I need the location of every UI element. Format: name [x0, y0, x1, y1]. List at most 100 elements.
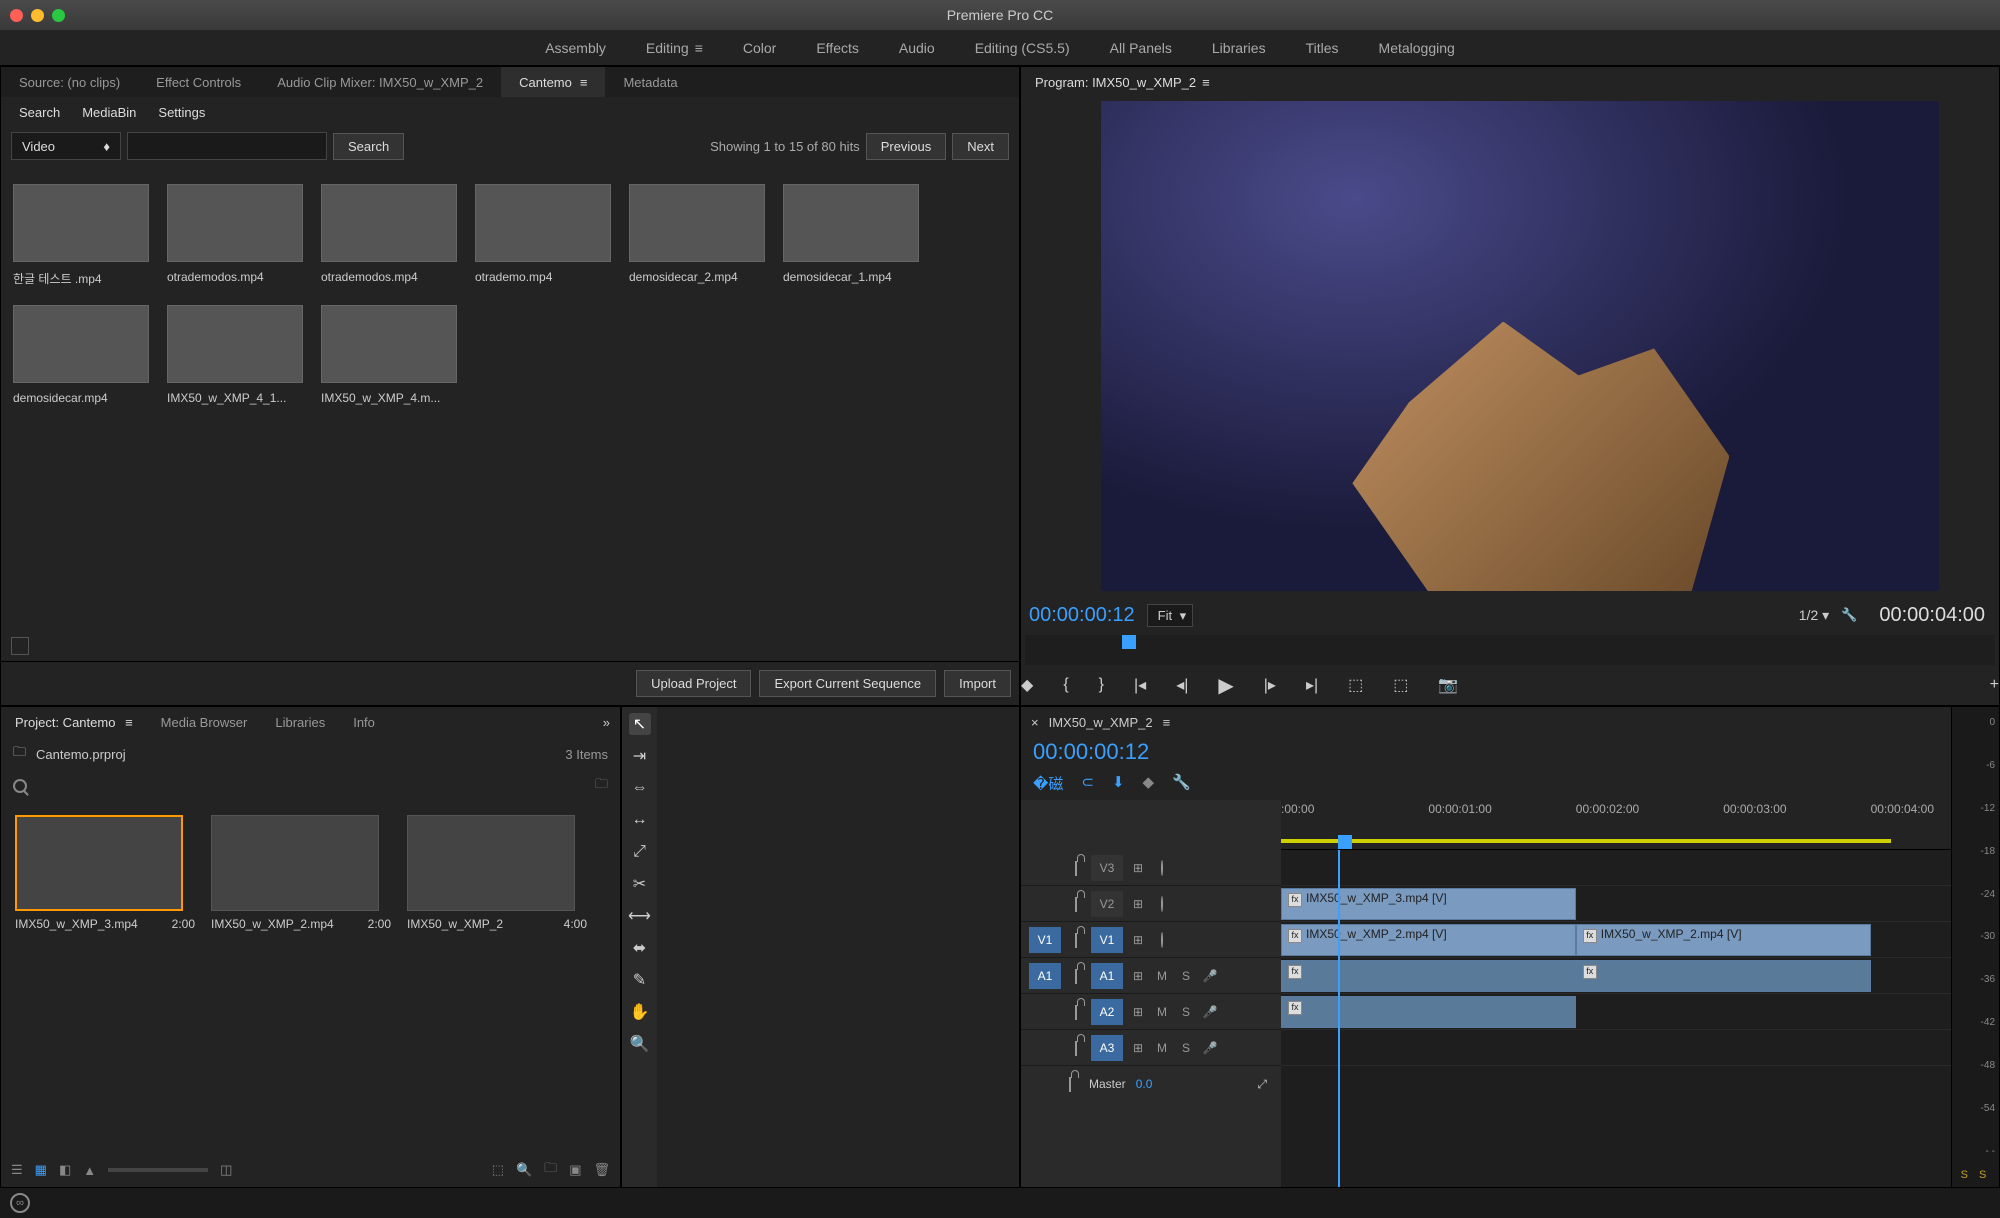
find-icon-2[interactable]: 🔍 [516, 1162, 532, 1178]
sync-lock-icon[interactable]: ⊞ [1129, 861, 1147, 875]
mute-icon[interactable]: M [1153, 1005, 1171, 1019]
search-result-item[interactable]: otrademodos.mp4 [321, 184, 457, 287]
search-result-item[interactable]: 한글 테스트 .mp4 [13, 184, 149, 287]
master-track[interactable]: Master 0.0 ⤢ [1021, 1066, 1281, 1102]
lock-icon[interactable] [1075, 897, 1077, 912]
lock-icon[interactable] [1075, 933, 1077, 948]
expand-icon[interactable]: ⤢ [1257, 1077, 1267, 1092]
clip-v2[interactable]: fxIMX50_w_XMP_3.mp4 [V] [1281, 888, 1576, 920]
checkbox[interactable] [11, 637, 29, 655]
search-result-item[interactable]: IMX50_w_XMP_4.m... [321, 305, 457, 405]
panel-menu-icon[interactable]: ≡ [580, 75, 588, 90]
clip-v1b[interactable]: fxIMX50_w_XMP_2.mp4 [V] [1576, 924, 1871, 956]
export-sequence-button[interactable]: Export Current Sequence [759, 670, 936, 697]
lock-icon[interactable] [1075, 1005, 1077, 1020]
track-v1[interactable]: V1 V1 ⊞ [1021, 922, 1281, 958]
marker-icon-2[interactable]: ⬇ [1112, 773, 1125, 794]
upload-project-button[interactable]: Upload Project [636, 670, 751, 697]
track-v2[interactable]: V2 ⊞ [1021, 886, 1281, 922]
subtab-settings[interactable]: Settings [148, 101, 215, 124]
previous-button[interactable]: Previous [866, 133, 947, 160]
mic-icon[interactable]: 🎤 [1201, 1041, 1219, 1055]
solo-icon[interactable]: S [1177, 1005, 1195, 1019]
track-v3[interactable]: V3 ⊞ [1021, 850, 1281, 886]
zoom-fit-select[interactable]: Fit ▾ [1147, 604, 1193, 627]
sync-lock-icon[interactable]: ⊞ [1129, 969, 1147, 983]
workspace-titles[interactable]: Titles [1306, 40, 1339, 56]
tab-project[interactable]: Project: Cantemo ≡ [1, 715, 147, 730]
minimize-window[interactable] [31, 9, 44, 22]
pen-tool-icon[interactable]: ✎ [629, 969, 651, 991]
timeline-timecode[interactable]: 00:00:00:12 [1021, 737, 1951, 773]
program-scrubber[interactable] [1025, 635, 1995, 665]
zoom-slider[interactable] [108, 1168, 208, 1172]
workspace-metalogging[interactable]: Metalogging [1379, 40, 1455, 56]
search-result-item[interactable]: IMX50_w_XMP_4_1... [167, 305, 303, 405]
new-item-icon[interactable]: ▣ [569, 1162, 581, 1178]
tracks-area[interactable]: :00:00 00:00:01:00 00:00:02:00 00:00:03:… [1281, 800, 1951, 1187]
solo-icon[interactable]: S [1177, 969, 1195, 983]
project-item[interactable]: IMX50_w_XMP_2.mp42:00 [211, 815, 391, 931]
settings-icon[interactable]: 🔧 [1841, 607, 1857, 623]
search-button[interactable]: Search [333, 133, 404, 160]
source-a1[interactable]: A1 [1029, 963, 1061, 989]
tab-source[interactable]: Source: (no clips) [1, 67, 138, 97]
workspace-color[interactable]: Color [743, 40, 776, 56]
solo-icon[interactable]: S [1177, 1041, 1195, 1055]
track-a3[interactable]: A3 ⊞ M S 🎤 [1021, 1030, 1281, 1066]
clip-a2[interactable]: fx [1281, 996, 1576, 1028]
playhead-indicator[interactable] [1338, 835, 1352, 849]
clip-v1a[interactable]: fxIMX50_w_XMP_2.mp4 [V] [1281, 924, 1576, 956]
import-button[interactable]: Import [944, 670, 1011, 697]
workspace-all-panels[interactable]: All Panels [1110, 40, 1172, 56]
search-icon[interactable] [13, 779, 27, 793]
tab-info[interactable]: Info [339, 715, 389, 730]
sequence-name[interactable]: IMX50_w_XMP_2 [1049, 715, 1153, 730]
clip-a1b[interactable]: fx [1576, 960, 1871, 992]
lift-icon[interactable]: ⬚ [1348, 675, 1363, 695]
track-a2[interactable]: A2 ⊞ M S 🎤 [1021, 994, 1281, 1030]
out-point-icon[interactable]: } [1099, 676, 1104, 694]
hand-tool-icon[interactable]: ✋ [629, 1001, 651, 1023]
in-point-icon[interactable]: { [1063, 676, 1068, 694]
settings-icon-2[interactable]: 🔧 [1172, 773, 1191, 794]
marker-icon[interactable]: ◆ [1021, 675, 1033, 695]
workspace-libraries[interactable]: Libraries [1212, 40, 1266, 56]
tab-metadata[interactable]: Metadata [605, 67, 695, 97]
sync-lock-icon[interactable]: ⊞ [1129, 897, 1147, 911]
search-input[interactable] [127, 132, 327, 160]
program-viewport[interactable] [1101, 101, 1939, 591]
creative-cloud-icon[interactable]: ∞ [10, 1193, 30, 1213]
target-a2[interactable]: A2 [1091, 999, 1123, 1025]
target-v1[interactable]: V1 [1091, 927, 1123, 953]
target-a3[interactable]: A3 [1091, 1035, 1123, 1061]
track-v2-label[interactable]: V2 [1091, 891, 1123, 917]
mic-icon[interactable]: 🎤 [1201, 1005, 1219, 1019]
find-icon[interactable]: 🗀 [595, 775, 608, 797]
mute-icon[interactable]: M [1153, 1041, 1171, 1055]
snap-icon[interactable]: �磁 [1033, 773, 1063, 794]
eye-icon[interactable] [1161, 896, 1163, 912]
track-a1[interactable]: A1 A1 ⊞ M S 🎤 [1021, 958, 1281, 994]
tab-cantemo[interactable]: Cantemo ≡ [501, 67, 605, 97]
lock-icon[interactable] [1069, 1077, 1071, 1092]
extract-icon[interactable]: ⬚ [1393, 675, 1408, 695]
marker-icon-3[interactable]: ◆ [1143, 773, 1155, 794]
source-v1[interactable]: V1 [1029, 927, 1061, 953]
eye-icon[interactable] [1161, 932, 1163, 948]
play-icon[interactable]: ▶ [1218, 673, 1233, 698]
step-forward-icon[interactable]: |▸ [1264, 675, 1276, 695]
workspace-effects[interactable]: Effects [816, 40, 859, 56]
freeform-icon[interactable]: ◧ [59, 1162, 71, 1178]
close-sequence-icon[interactable]: × [1031, 715, 1039, 730]
mute-icon[interactable]: M [1153, 969, 1171, 983]
eye-icon[interactable] [1161, 860, 1163, 876]
new-bin-icon[interactable]: 🗀 [544, 1159, 557, 1181]
slip-tool-icon[interactable]: ⟷ [629, 905, 651, 927]
lock-icon[interactable] [1075, 1041, 1077, 1056]
workspace-assembly[interactable]: Assembly [545, 40, 606, 56]
slide-tool-icon[interactable]: ⬌ [629, 937, 651, 959]
project-item[interactable]: IMX50_w_XMP_24:00 [407, 815, 587, 931]
sort-icon[interactable]: ▲ [83, 1163, 96, 1178]
thumbnail-icon[interactable]: ◫ [220, 1162, 232, 1178]
